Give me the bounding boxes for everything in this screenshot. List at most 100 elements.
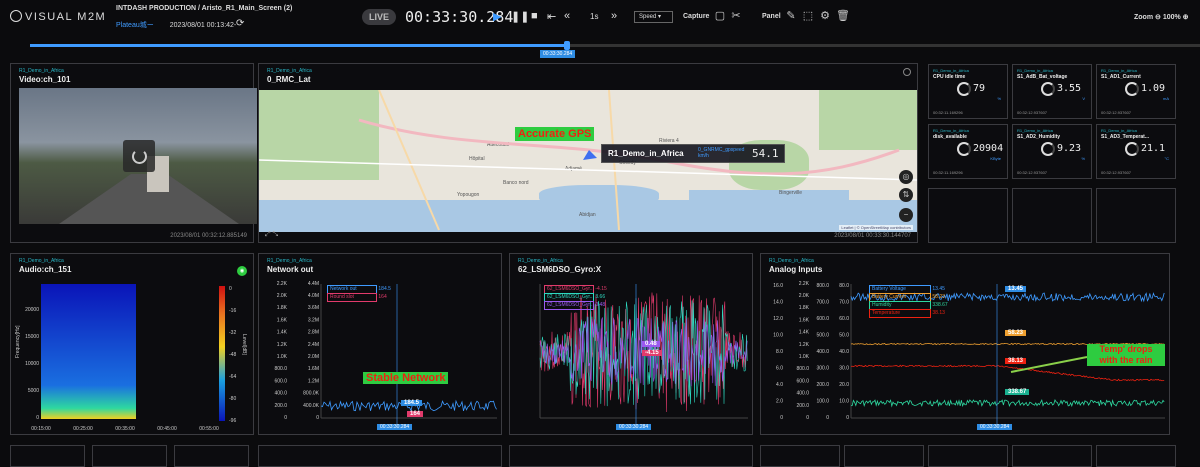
network-chart: 0 200.0 400.0 600.0 800.0 1.0K 1.2K 1.4K 1.6K 1.8… [274,281,497,424]
empty-slot[interactable] [1012,445,1092,467]
legend-item[interactable]: Temperature 38.13 [869,309,948,318]
edit-panel-icon[interactable]: ✎ [785,10,797,22]
y-tick-label: 4.0 [776,382,783,388]
empty-slot[interactable] [258,445,502,467]
zoom-control[interactable]: Zoom ⊖ 100% ⊕ [1134,13,1189,21]
chart-legend: 62_LSM6DSO_Gyr... -4.15 62_LSM6DSO_Gyr..… [544,285,607,310]
step-size[interactable]: 1s [590,12,598,21]
pause-icon[interactable]: ❚❚ [511,10,529,23]
legend-item[interactable]: Round slot 164 [327,293,391,302]
y-tick-label: 300.0 [816,366,829,372]
zoom-out-icon[interactable]: − [899,208,913,222]
legend-item[interactable]: 62_LSM6DSO_Gyr... -4.15 [544,285,607,294]
y-tick-label: 1.2K [277,342,288,348]
y-tick-label: 14.0 [773,300,783,306]
value-badge: 13.45 [1005,286,1027,292]
colorbar [219,286,225,421]
popup-name: R1_Demo_in_Africa [608,149,684,158]
step-back-icon[interactable]: ⇤ [547,10,556,23]
refresh-icon[interactable]: ⟳ [236,18,244,29]
mini-panel[interactable]: R1_Demo_in_Africa S1_AdB_Bat_voltage 3.55 V… [1012,64,1092,119]
fast-forward-icon[interactable]: » [611,10,617,22]
empty-slot[interactable] [174,445,249,467]
follow-icon[interactable]: ⇅ [899,188,913,202]
stop-icon[interactable]: ■ [531,10,538,22]
empty-slot[interactable] [92,445,167,467]
value-badge: -4.15 [642,350,662,356]
y-tick-label: 20000 [25,307,39,313]
settings-icon[interactable]: ⚙ [819,10,831,22]
legend-item[interactable]: Battery Current 58.23 [869,293,948,302]
empty-slot[interactable] [1096,445,1176,467]
speed-select[interactable]: Speed ▾ [634,11,673,23]
empty-slot[interactable] [928,188,1008,243]
y-tick-label: 2.0K [277,293,288,299]
y-tick-label: 2.0M [308,354,319,360]
value-badge: 164 [407,411,424,417]
expand-icon[interactable]: ⤢ ⤡ [265,231,278,239]
session-datetime: 2023/08/01 00:13:42- [169,22,237,29]
live-button[interactable]: LIVE [362,9,396,25]
empty-slot[interactable] [1012,188,1092,243]
empty-slot[interactable] [10,445,85,467]
empty-slot[interactable] [1096,188,1176,243]
y-tick-label: 10.0 [773,333,783,339]
mini-panel[interactable]: R1_Demo_in_Africa S1_AD2_Humidity 9.23% 00:… [1012,124,1092,179]
capture-icon[interactable]: ▢ [714,10,726,22]
cursor-stamp: 00:33:30.284 [616,424,652,430]
legend-item[interactable]: 62_LSM6DSO_Gyr... 0.48 [544,301,607,310]
y-tick-label: 0 [316,415,319,421]
colorbar-tick-label: -96 [229,418,236,424]
legend-item[interactable]: Network out 184.5 [327,285,391,294]
map-view[interactable]: Attécoubé Adjamé Cocody Yopougon Abidjan… [259,90,917,232]
play-icon[interactable]: ▶ [493,10,501,23]
cut-icon[interactable]: ✂ [730,10,742,22]
y-tick-label: 1.0K [277,354,288,360]
x-tick-label: 00:35:00 [115,426,135,432]
panel-check-icon[interactable] [903,68,911,76]
video-panel: R1_Demo_in_Africa Video:ch_101 2023/08/0… [10,63,257,243]
gauge-icon [1125,142,1139,156]
session-info: Plateau城ー 2023/08/01 00:13:42- [116,20,236,30]
delete-icon[interactable]: 🗑 [836,10,850,22]
mini-panel[interactable]: R1_Demo_in_Africa CPU idle time 79% 00:32:1… [928,64,1008,119]
timeline-knob[interactable] [564,41,571,50]
y-tick-label: 5000 [28,388,39,394]
legend-item[interactable]: Battery Voltage 13.45 [869,285,948,294]
mini-panel[interactable]: R1_Demo_in_Africa disk_available 20904 KByt… [928,124,1008,179]
popup-value: 54.1 [752,147,779,160]
legend-item[interactable]: 62_LSM6DSO_Gyr... 3.66 [544,293,607,302]
locate-icon[interactable]: ◎ [899,170,913,184]
y-tick-label: 1.8K [277,305,288,311]
panel-title: 0_RMC_Lat [267,75,311,84]
y-tick-label: 0 [780,415,783,421]
value-badge: 338.67 [1005,389,1030,395]
empty-slot[interactable] [844,445,924,467]
video-frame[interactable] [19,88,257,224]
y-tick-label: 8.0 [776,349,783,355]
place-link[interactable]: Plateau城ー [116,22,154,29]
mini-panel[interactable]: R1_Demo_in_Africa S1_AD1_Current 1.09 mA 00:… [1096,64,1176,119]
y-tick-label: 200.0 [796,403,809,409]
rewind-icon[interactable]: « [564,10,570,22]
timeline-stamp: 00:33:30.284 [540,50,576,58]
y-tick-label: 0 [806,415,809,421]
y-tick-label: 1.2M [308,378,319,384]
colorbar-tick-label: -48 [229,352,236,358]
mini-panel[interactable]: R1_Demo_in_Africa S1_AD3_Temperat... 21.1 °… [1096,124,1176,179]
x-tick-label: 00:15:00 [31,426,51,432]
legend-item[interactable]: Humidity 338.67 [869,301,948,310]
y-tick-label: 600.0 [816,316,829,322]
select-icon[interactable]: ⬚ [802,10,814,22]
empty-slot[interactable] [760,445,840,467]
loading-spinner-icon [123,140,155,172]
timeline-slider[interactable] [30,41,1200,50]
chart-legend: Battery Voltage 13.45 Battery Current 58… [869,285,948,318]
map-attribution[interactable]: Leaflet | © OpenStreetMap contributors [839,225,913,230]
colorbar-tick-label: -32 [229,330,236,336]
timeline-progress [30,44,569,47]
app-logo[interactable]: VISUAL M2M [10,10,106,23]
y-tick-label: 1.6M [308,366,319,372]
empty-slot[interactable] [509,445,753,467]
empty-slot[interactable] [928,445,1008,467]
